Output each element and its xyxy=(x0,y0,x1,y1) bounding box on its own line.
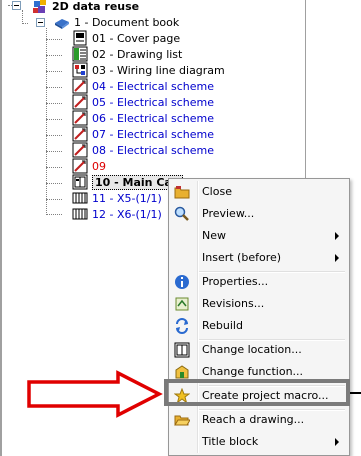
tree-connector xyxy=(46,199,62,200)
tree-item-electrical-scheme-04[interactable]: 04 - Electrical scheme xyxy=(72,78,214,94)
tree-connector xyxy=(46,151,62,152)
tree-item-label: 12 - X6-(1/1) xyxy=(92,207,162,221)
revisions-icon xyxy=(174,296,190,312)
tree-connector xyxy=(46,135,62,136)
menu-item-title-block[interactable]: Title block xyxy=(171,431,347,453)
tree-item-electrical-scheme-05[interactable]: 05 - Electrical scheme xyxy=(72,94,214,110)
context-menu: Close Preview... New Insert (before) Pro… xyxy=(168,178,350,456)
menu-item-close[interactable]: Close xyxy=(171,181,347,203)
terminal-icon xyxy=(72,206,88,222)
tree-connector xyxy=(22,10,23,24)
scheme-icon xyxy=(72,126,88,142)
tree-item-drawing-list[interactable]: 02 - Drawing list xyxy=(72,46,182,62)
submenu-arrow-icon xyxy=(335,232,339,240)
tree-root-node[interactable]: 2D data reuse xyxy=(32,0,139,14)
tree-book-label: 1 - Document book xyxy=(74,15,180,29)
tree-item-electrical-scheme-08[interactable]: 08 - Electrical scheme xyxy=(72,142,214,158)
tree-connector xyxy=(46,87,62,88)
collapse-book-toggle[interactable] xyxy=(36,18,45,27)
book-icon xyxy=(54,14,70,30)
tree-connector xyxy=(46,71,62,72)
tree-connector xyxy=(46,39,62,40)
tree-item-label: 02 - Drawing list xyxy=(92,47,183,61)
tree-item-electrical-scheme-07[interactable]: 07 - Electrical scheme xyxy=(72,126,214,142)
tree-item-label: 01 - Cover page xyxy=(92,31,181,45)
submenu-arrow-icon xyxy=(335,254,339,262)
menu-item-new[interactable]: New xyxy=(171,225,347,247)
tree-item-x5[interactable]: 11 - X5-(1/1) xyxy=(72,190,162,206)
scheme-icon xyxy=(72,78,88,94)
menu-item-revisions[interactable]: Revisions... xyxy=(171,293,347,315)
list-icon xyxy=(72,46,88,62)
annotation-pointer-line xyxy=(350,392,361,394)
tree-connector xyxy=(46,119,62,120)
tree-item-wiring-line-diagram[interactable]: 03 - Wiring line diagram xyxy=(72,62,225,78)
tree-item-label: 03 - Wiring line diagram xyxy=(92,63,225,77)
terminal-icon xyxy=(72,190,88,206)
tree-connector xyxy=(46,167,62,168)
tree-item-label: 06 - Electrical scheme xyxy=(92,111,215,125)
tree-connector xyxy=(46,55,62,56)
folder-open-icon xyxy=(174,412,191,428)
rebuild-icon xyxy=(174,318,190,334)
wiring-icon xyxy=(72,62,88,78)
project-icon xyxy=(32,0,48,14)
tree-right-border xyxy=(305,0,306,178)
tree-connector xyxy=(22,23,28,24)
info-icon xyxy=(174,274,190,290)
page-icon xyxy=(72,30,88,46)
tree-item-label: 11 - X5-(1/1) xyxy=(92,191,162,205)
tree-item-label: 05 - Electrical scheme xyxy=(92,95,215,109)
scheme-icon xyxy=(72,94,88,110)
tree-root-label: 2D data reuse xyxy=(52,0,140,13)
magnifier-icon xyxy=(174,206,190,222)
function-icon xyxy=(174,364,190,380)
menu-item-rebuild[interactable]: Rebuild xyxy=(171,315,347,337)
menu-item-change-location[interactable]: Change location... xyxy=(171,339,347,361)
annotation-highlight-box xyxy=(164,379,350,406)
collapse-root-toggle[interactable] xyxy=(12,1,21,10)
submenu-arrow-icon xyxy=(335,438,339,446)
tree-item-electrical-scheme-06[interactable]: 06 - Electrical scheme xyxy=(72,110,214,126)
tree-left-border xyxy=(0,0,2,456)
tree-item-09[interactable]: 09 xyxy=(72,158,106,174)
tree-connector xyxy=(46,183,62,184)
tree-connector xyxy=(46,103,62,104)
tree-item-label: 09 xyxy=(92,159,106,173)
folder-close-icon xyxy=(174,184,190,200)
tree-item-label: 07 - Electrical scheme xyxy=(92,127,215,141)
annotation-arrow-icon xyxy=(27,370,163,418)
menu-item-insert-before[interactable]: Insert (before) xyxy=(171,247,347,269)
cabinet-icon xyxy=(72,174,88,190)
menu-item-preview[interactable]: Preview... xyxy=(171,203,347,225)
tree-item-label: 08 - Electrical scheme xyxy=(92,143,215,157)
location-icon xyxy=(174,342,190,358)
tree-connector xyxy=(46,214,62,215)
tree-item-main-cabinet[interactable]: 10 - Main Cab xyxy=(72,174,183,190)
tree-book-node[interactable]: 1 - Document book xyxy=(54,14,179,30)
scheme-icon xyxy=(72,158,88,174)
tree-item-label: 04 - Electrical scheme xyxy=(92,79,215,93)
tree-item-x6[interactable]: 12 - X6-(1/1) xyxy=(72,206,162,222)
tree-item-cover-page[interactable]: 01 - Cover page xyxy=(72,30,180,46)
menu-item-properties[interactable]: Properties... xyxy=(171,271,347,293)
scheme-icon xyxy=(72,110,88,126)
menu-item-reach-a-drawing[interactable]: Reach a drawing... xyxy=(171,409,347,431)
scheme-icon xyxy=(72,142,88,158)
